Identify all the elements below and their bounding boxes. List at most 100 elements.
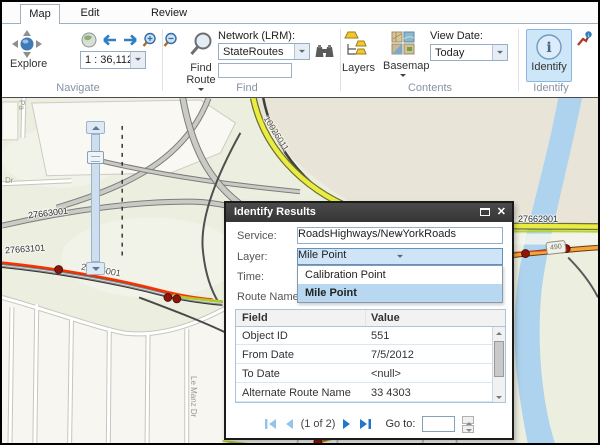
find-route-value-field[interactable]: [218, 63, 292, 78]
pagination-bar: (1 of 2) Go to:: [226, 413, 512, 435]
city-block: [2, 102, 18, 140]
identify-results-dialog: Identify Results ✕ Service: RoadsHighway…: [224, 201, 514, 440]
layer-combobox[interactable]: Mile Point: [297, 248, 503, 265]
scale-dropdown-button[interactable]: [130, 52, 145, 68]
find-route-button[interactable]: Find Route: [182, 31, 220, 89]
view-date-dropdown-button[interactable]: [492, 45, 507, 60]
attribute-table: Field Value Object ID551 From Date7/5/20…: [235, 309, 506, 403]
next-page-button[interactable]: [342, 418, 352, 430]
zoom-slider-up-button[interactable]: [86, 121, 105, 134]
basemap-button[interactable]: Basemap: [383, 31, 423, 87]
previous-page-button[interactable]: [284, 418, 294, 430]
scroll-up-button[interactable]: [493, 327, 505, 338]
chevron-down-icon: [397, 233, 403, 239]
find-route-magnifier-icon: [188, 31, 214, 57]
chevron-down-icon: [92, 267, 100, 275]
layers-toc-icon: [344, 31, 370, 57]
page-indicator: (1 of 2): [301, 418, 336, 430]
zoom-slider-handle[interactable]: [87, 151, 104, 164]
dialog-title: Identify Results: [234, 206, 316, 218]
find-route-menu-arrow-icon: [198, 88, 204, 94]
forward-arrow-icon: [124, 36, 136, 45]
chevron-up-icon: [496, 329, 502, 335]
group-label-navigate: Navigate: [56, 82, 99, 94]
globe-icon: [82, 33, 96, 47]
field-column-header: Field: [242, 310, 268, 327]
goto-spinner: [462, 416, 474, 433]
zoom-out-icon: [165, 34, 177, 47]
view-date-combobox[interactable]: Today: [430, 44, 508, 61]
svg-text:i: i: [546, 40, 551, 56]
view-date-label: View Date:: [430, 30, 483, 42]
goto-label: Go to:: [385, 418, 415, 430]
map-scale-combobox[interactable]: 1 : 36,112: [80, 51, 146, 69]
service-label: Service:: [237, 230, 277, 242]
chevron-down-icon: [135, 58, 141, 64]
explore-pan-icon: [12, 30, 42, 58]
table-row[interactable]: Alternate Route Name33 4303: [236, 384, 492, 402]
group-label-contents: Contents: [408, 82, 452, 94]
chevron-down-icon: [299, 49, 305, 55]
chevron-down-icon: [466, 429, 472, 435]
binoculars-search-icon[interactable]: [315, 44, 334, 60]
group-separator: [162, 29, 163, 91]
time-label: Time:: [237, 271, 264, 283]
group-label-identify: Identify: [533, 82, 568, 94]
highway-shield-490: 490: [545, 240, 566, 255]
table-scrollbar[interactable]: [492, 327, 505, 402]
layer-dropdown-list: Calibration Point Mile Point: [297, 265, 503, 303]
network-dropdown-button[interactable]: [294, 44, 309, 59]
route-info-tool-icon[interactable]: i: [576, 31, 593, 48]
first-page-button[interactable]: [264, 418, 277, 430]
goto-page-input[interactable]: [422, 416, 455, 432]
zoom-in-icon: [144, 34, 156, 47]
identify-info-icon: i: [535, 33, 563, 61]
close-icon[interactable]: ✕: [497, 205, 506, 220]
street-name-label: Dr: [5, 176, 13, 185]
zoom-slider-down-button[interactable]: [86, 262, 105, 275]
group-label-find: Find: [236, 82, 257, 94]
street-name-label: Pa: [17, 100, 26, 110]
scroll-down-button[interactable]: [493, 391, 505, 402]
tab-review[interactable]: Review: [146, 4, 192, 24]
group-separator: [340, 29, 341, 91]
service-combobox[interactable]: RoadsHighways/NewYorkRoads: [297, 227, 503, 244]
table-row[interactable]: From Date7/5/2012: [236, 346, 492, 364]
spinner-up-button[interactable]: [462, 416, 474, 424]
maximize-icon[interactable]: [480, 208, 490, 216]
scrollbar-thumb[interactable]: [494, 341, 504, 377]
chevron-up-icon: [92, 122, 100, 130]
table-header-row: Field Value: [236, 310, 505, 327]
dropdown-item-mile-point[interactable]: Mile Point: [298, 284, 502, 302]
nav-arrow-toolbar: [80, 32, 180, 49]
dropdown-item-calibration-point[interactable]: Calibration Point: [298, 266, 502, 284]
spinner-down-button[interactable]: [462, 425, 474, 433]
street-name-label: Le Manz Dr: [189, 376, 198, 417]
ribbon: Map Edit Review Explore 1 : 36,112 Navig…: [2, 2, 598, 96]
basemap-tiles-icon: [391, 31, 415, 55]
route-name-label: Route Name:: [237, 291, 302, 303]
basemap-menu-arrow-icon: [400, 74, 406, 80]
table-row[interactable]: To Date<null>: [236, 365, 492, 383]
map-viewport[interactable]: 27663001 27663101 27295001 10026011 2766…: [2, 97, 598, 443]
network-combobox[interactable]: StateRoutes: [218, 43, 310, 60]
dialog-title-bar[interactable]: Identify Results ✕: [226, 203, 512, 222]
tab-map[interactable]: Map: [20, 4, 60, 24]
layers-button[interactable]: Layers: [342, 31, 372, 79]
explore-button[interactable]: Explore: [10, 30, 44, 80]
layer-label: Layer:: [237, 251, 268, 263]
chevron-down-icon: [397, 254, 403, 260]
network-lrm-label: Network (LRM):: [218, 30, 295, 42]
app-window: Map Edit Review Explore 1 : 36,112 Navig…: [0, 0, 600, 445]
zoom-slider: [86, 121, 105, 275]
value-column-header: Value: [371, 310, 400, 327]
table-row[interactable]: Object ID551: [236, 327, 492, 345]
chevron-down-icon: [497, 50, 503, 56]
tab-edit[interactable]: Edit: [70, 4, 110, 24]
identify-button[interactable]: i Identify: [526, 29, 572, 82]
back-arrow-icon: [104, 36, 116, 45]
group-separator: [518, 29, 519, 91]
chevron-down-icon: [496, 396, 502, 402]
last-page-button[interactable]: [359, 418, 372, 430]
route-number-label: 27662901: [518, 214, 558, 224]
